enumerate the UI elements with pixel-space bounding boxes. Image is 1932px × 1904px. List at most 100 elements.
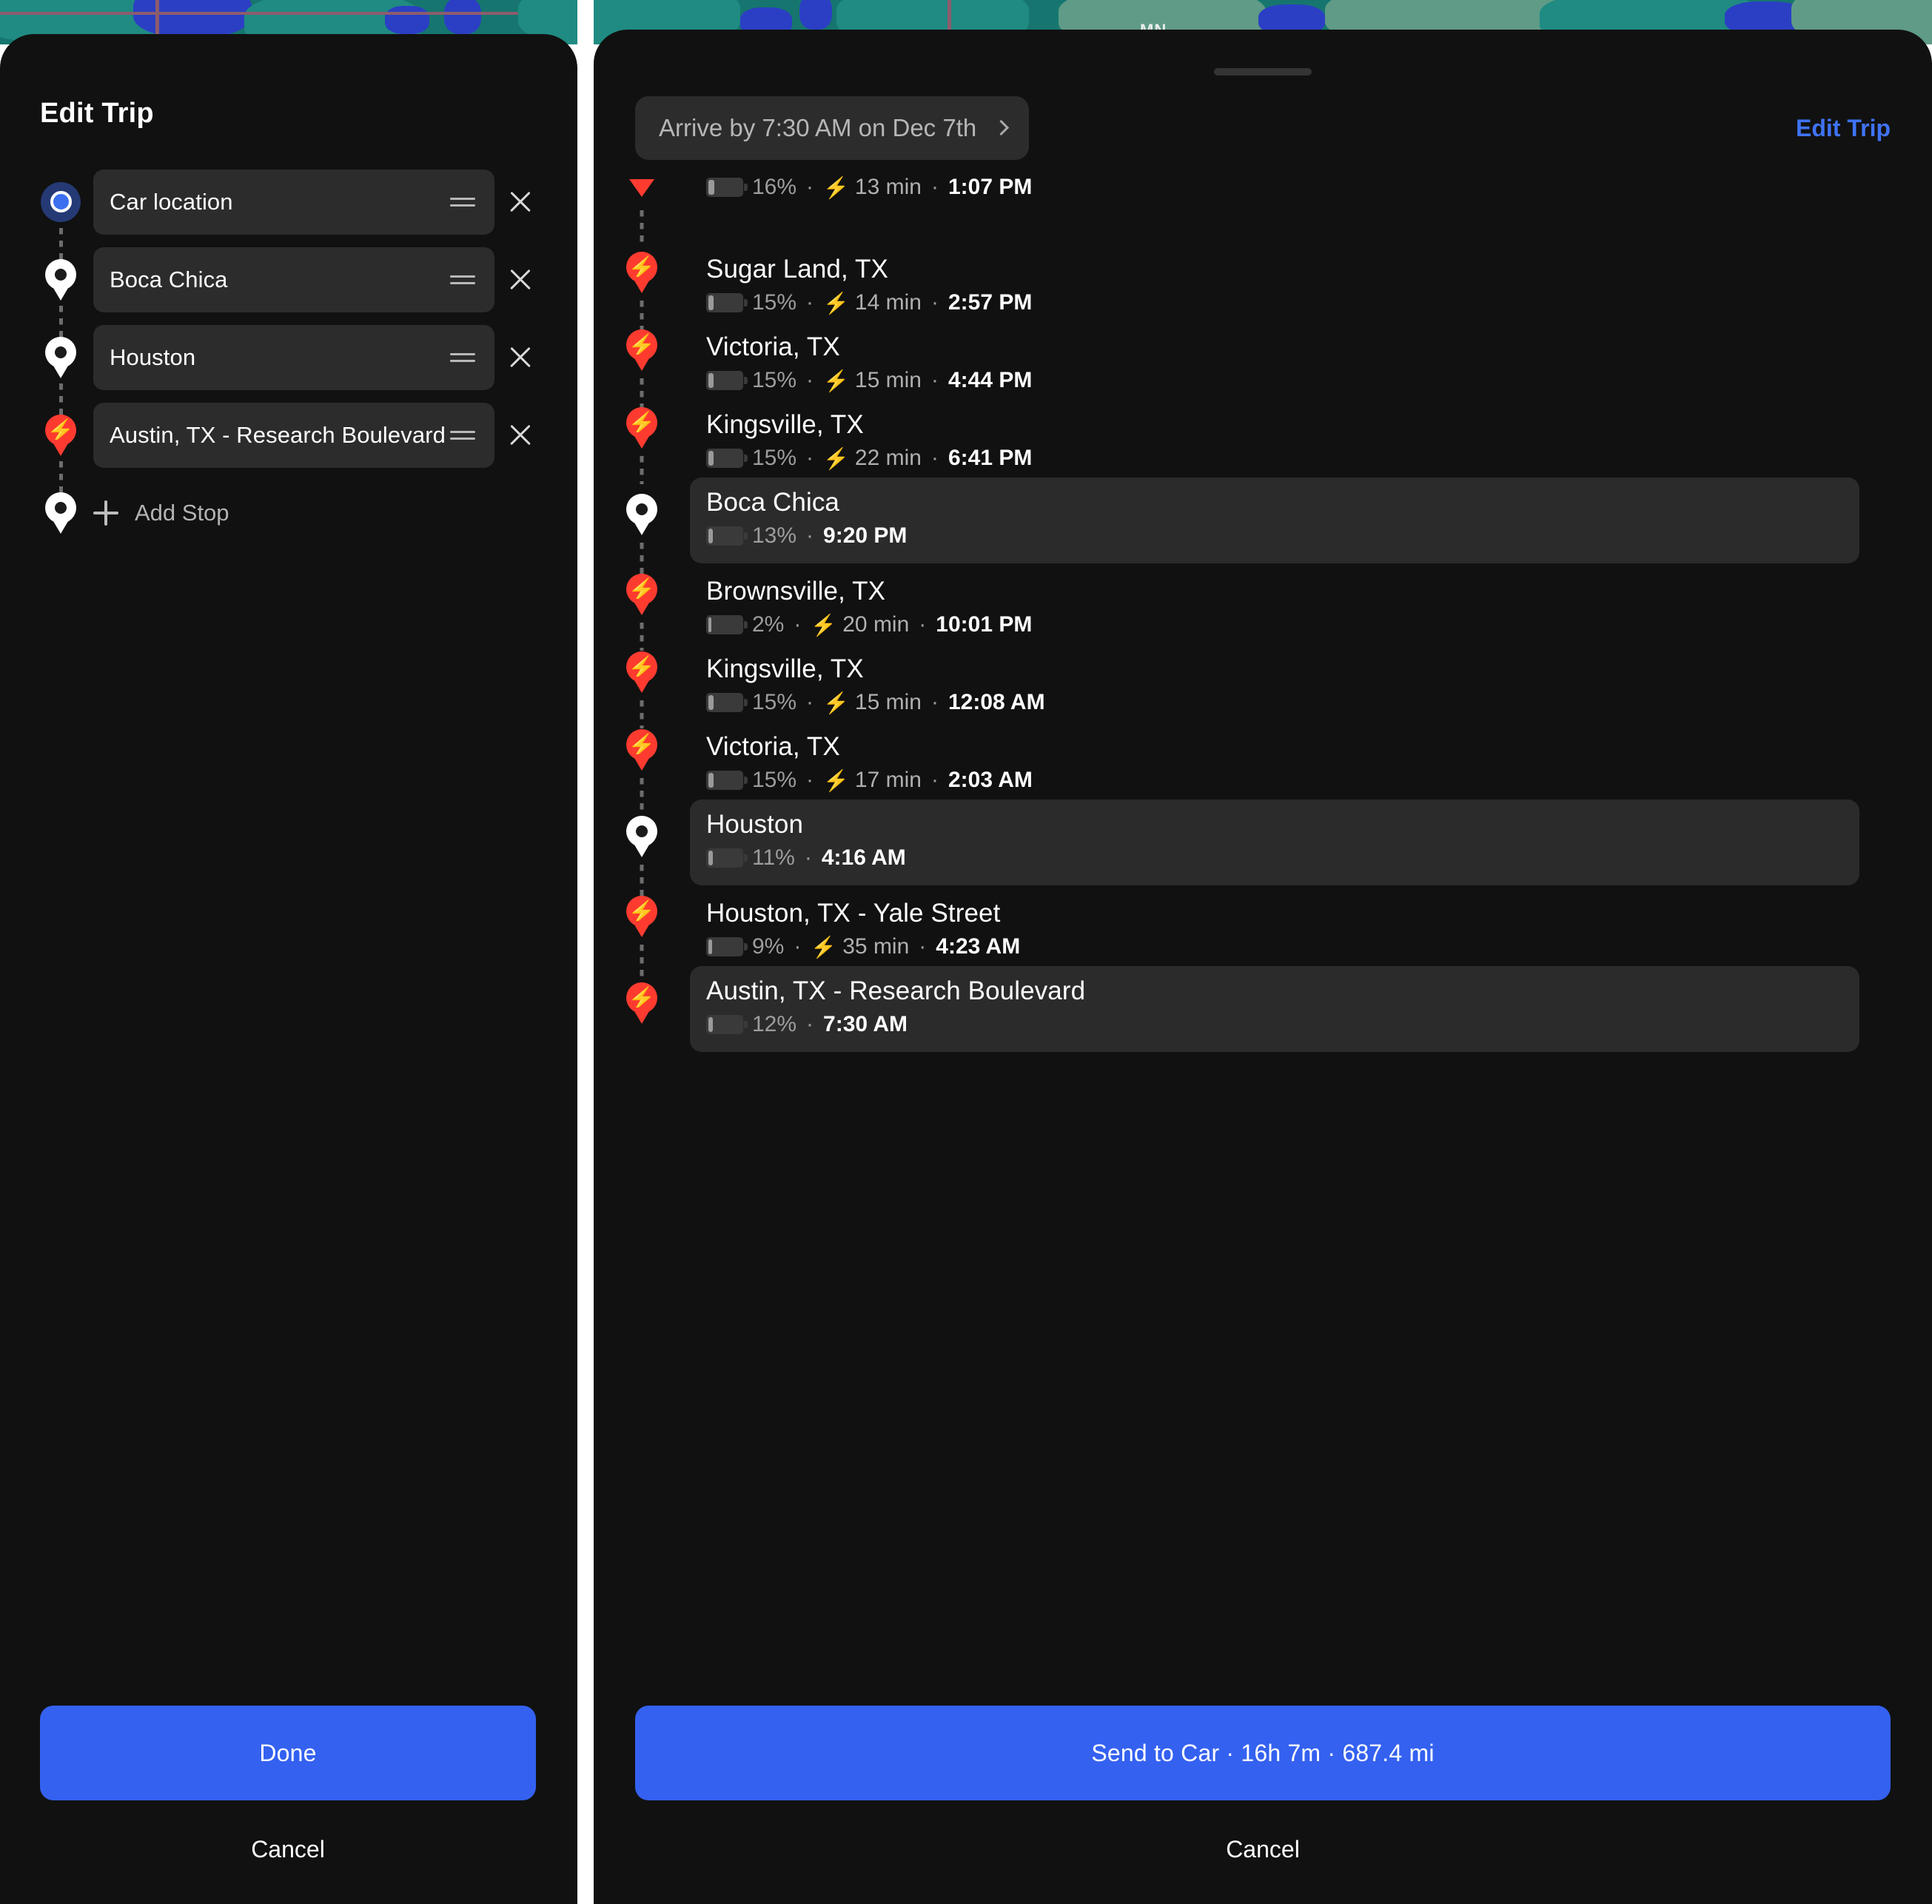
itinerary-card-selected[interactable]: Austin, TX - Research Boulevard 12% · 7:… <box>690 966 1859 1052</box>
meta-separator: · <box>794 612 802 637</box>
meta-separator: · <box>930 175 939 199</box>
list-item[interactable]: ⚡ Victoria, TX 15% · ⚡ 17 min · 2:03 AM <box>594 722 1932 811</box>
stop-row[interactable]: Car location <box>0 163 577 241</box>
meta-separator: · <box>930 768 939 792</box>
meta-separator: · <box>806 446 814 470</box>
edit-trip-link[interactable]: Edit Trip <box>1796 115 1891 142</box>
stop-label: Car location <box>110 188 233 215</box>
eta-time: 2:57 PM <box>947 290 1033 315</box>
close-icon[interactable] <box>503 263 537 297</box>
stop-field[interactable]: Boca Chica <box>93 247 494 312</box>
stop-label: Boca Chica <box>110 266 228 292</box>
eta-time: 1:07 PM <box>947 175 1033 199</box>
itinerary-card-selected[interactable]: Houston 11% · 4:16 AM <box>690 800 1859 885</box>
stop-name: Houston <box>706 810 804 839</box>
stop-name: Austin, TX - Research Boulevard <box>706 976 1086 1005</box>
stop-name: Victoria, TX <box>706 732 840 761</box>
stop-list: Car location Boca Chica Houston ⚡ Austin… <box>0 163 577 552</box>
panel-divider <box>577 0 594 1904</box>
battery-icon <box>706 293 748 312</box>
drag-handle-icon[interactable] <box>450 272 475 288</box>
itinerary-card: Sugar Land, TX 15% · ⚡ 14 min · 2:57 PM <box>690 244 1859 330</box>
list-item[interactable]: ⚡ Sugar Land, TX 15% · ⚡ 14 min · 2:57 P… <box>594 244 1932 339</box>
meta-separator: · <box>806 690 814 714</box>
battery-pct: 2% <box>752 612 785 637</box>
stop-name: Boca Chica <box>706 488 839 517</box>
destination-pin-icon <box>45 492 76 534</box>
add-stop-row[interactable]: Add Stop <box>0 474 577 552</box>
list-item[interactable]: ⚡ Kingsville, TX 15% · ⚡ 15 min · 12:08 … <box>594 644 1932 728</box>
meta-separator: · <box>930 290 939 315</box>
stop-name: Brownsville, TX <box>706 577 886 606</box>
battery-icon <box>706 526 748 546</box>
itinerary-card: Kingsville, TX 15% · ⚡ 22 min · 6:41 PM <box>690 400 1859 486</box>
itinerary-meta: 15% · ⚡ 22 min · 6:41 PM <box>706 446 1840 471</box>
eta-time: 9:20 PM <box>823 523 908 548</box>
drag-handle-icon[interactable] <box>450 349 475 366</box>
done-button[interactable]: Done <box>40 1706 536 1800</box>
cancel-button[interactable]: Cancel <box>635 1827 1891 1871</box>
list-item[interactable]: ⚡ Brownsville, TX 2% · ⚡ 20 min · 10:01 … <box>594 566 1932 651</box>
close-icon[interactable] <box>503 341 537 375</box>
stop-field[interactable]: Car location <box>93 169 494 235</box>
meta-separator: · <box>804 845 812 870</box>
list-item[interactable]: ⚡ Victoria, TX 15% · ⚡ 15 min · 4:44 PM <box>594 322 1932 417</box>
meta-separator: · <box>806 768 814 792</box>
drag-handle-icon[interactable] <box>450 194 475 210</box>
list-item[interactable]: Boca Chica 13% · 9:20 PM <box>594 477 1932 575</box>
list-item[interactable]: 16% · ⚡ 13 min · 1:07 PM <box>594 175 1932 244</box>
meta-separator: · <box>919 934 927 959</box>
meta-separator: · <box>930 446 939 470</box>
close-icon[interactable] <box>503 185 537 219</box>
charge-duration: 17 min <box>854 768 922 792</box>
battery-pct: 13% <box>752 523 797 548</box>
battery-icon <box>706 1015 748 1034</box>
add-stop-button[interactable]: Add Stop <box>93 500 229 526</box>
itinerary-card: Kingsville, TX 15% · ⚡ 15 min · 12:08 AM <box>690 644 1859 730</box>
list-item[interactable]: Houston 11% · 4:16 AM <box>594 800 1932 897</box>
itinerary-card: Victoria, TX 15% · ⚡ 17 min · 2:03 AM <box>690 722 1859 808</box>
meta-separator: · <box>930 368 939 392</box>
stop-row[interactable]: Houston <box>0 318 577 396</box>
eta-time: 10:01 PM <box>936 612 1033 637</box>
itinerary-list: 16% · ⚡ 13 min · 1:07 PM ⚡ Sugar Land, T… <box>594 175 1932 1055</box>
supercharger-pin-icon: ⚡ <box>626 252 657 293</box>
supercharger-pin-icon: ⚡ <box>626 407 657 449</box>
destination-pin-icon <box>45 258 76 301</box>
sheet-grabber[interactable] <box>1214 68 1312 76</box>
stop-name: Kingsville, TX <box>706 410 864 439</box>
stop-marker <box>40 318 81 396</box>
battery-pct: 11% <box>752 845 795 870</box>
eta-time: 12:08 AM <box>947 690 1045 714</box>
itinerary-card: Brownsville, TX 2% · ⚡ 20 min · 10:01 PM <box>690 566 1859 652</box>
itinerary-meta: 15% · ⚡ 17 min · 2:03 AM <box>706 768 1840 793</box>
stop-row[interactable]: ⚡ Austin, TX - Research Boulevard <box>0 396 577 474</box>
cancel-button[interactable]: Cancel <box>40 1827 536 1871</box>
list-item[interactable]: ⚡ Austin, TX - Research Boulevard 12% · … <box>594 966 1932 1055</box>
stop-field[interactable]: Houston <box>93 324 494 390</box>
supercharger-pin-icon: ⚡ <box>626 651 657 693</box>
list-item[interactable]: ⚡ Kingsville, TX 15% · ⚡ 22 min · 6:41 P… <box>594 400 1932 484</box>
stop-marker <box>40 241 81 318</box>
battery-pct: 15% <box>752 368 797 392</box>
close-icon[interactable] <box>503 418 537 452</box>
battery-icon <box>706 937 748 956</box>
itinerary-sheet: Arrive by 7:30 AM on Dec 7th Edit Trip 1… <box>594 30 1932 1904</box>
itinerary-meta: 2% · ⚡ 20 min · 10:01 PM <box>706 612 1840 637</box>
charge-duration: 13 min <box>854 175 922 199</box>
meta-separator: · <box>806 368 814 392</box>
battery-pct: 12% <box>752 1012 797 1036</box>
page-title: Edit Trip <box>40 98 154 129</box>
meta-separator: · <box>794 934 802 959</box>
stop-field[interactable]: Austin, TX - Research Boulevard <box>93 402 494 468</box>
eta-time: 4:23 AM <box>936 934 1021 959</box>
itinerary-card-selected[interactable]: Boca Chica 13% · 9:20 PM <box>690 477 1859 563</box>
send-to-car-button[interactable]: Send to Car · 16h 7m · 687.4 mi <box>635 1706 1891 1800</box>
arrive-by-button[interactable]: Arrive by 7:30 AM on Dec 7th <box>635 96 1030 160</box>
list-item[interactable]: ⚡ Houston, TX - Yale Street 9% · ⚡ 35 mi… <box>594 888 1932 977</box>
drag-handle-icon[interactable] <box>450 427 475 443</box>
add-stop-marker <box>40 474 81 552</box>
eta-time: 2:03 AM <box>947 768 1033 792</box>
supercharger-pin-icon: ⚡ <box>45 414 76 456</box>
stop-row[interactable]: Boca Chica <box>0 241 577 318</box>
